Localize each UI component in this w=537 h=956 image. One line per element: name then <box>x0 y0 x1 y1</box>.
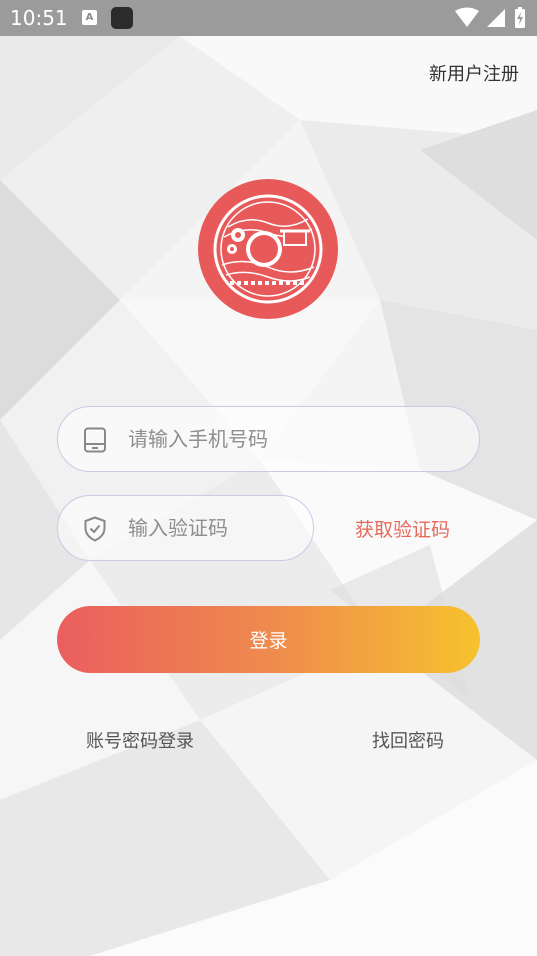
get-code-button[interactable]: 获取验证码 <box>355 515 450 542</box>
status-bar: 10:51 A <box>0 0 537 36</box>
phone-input[interactable] <box>128 407 459 471</box>
verification-code-input[interactable] <box>128 496 293 560</box>
forgot-password-link[interactable]: 找回密码 <box>372 727 444 753</box>
phone-field[interactable] <box>57 406 480 472</box>
signal-icon <box>487 9 505 27</box>
password-login-link[interactable]: 账号密码登录 <box>86 727 194 753</box>
battery-icon <box>515 7 525 28</box>
login-button[interactable]: 登录 <box>57 606 480 673</box>
phone-icon <box>84 427 106 453</box>
app-icon <box>111 7 133 29</box>
background-texture <box>0 0 537 956</box>
status-time: 10:51 <box>10 6 68 30</box>
coin-emblem-logo <box>198 179 338 319</box>
wifi-icon <box>455 7 479 27</box>
shield-check-icon <box>84 516 106 542</box>
notification-a-icon: A <box>82 10 97 25</box>
verification-code-field[interactable] <box>57 495 314 561</box>
register-link[interactable]: 新用户注册 <box>429 60 519 86</box>
status-right-icons <box>455 7 525 28</box>
